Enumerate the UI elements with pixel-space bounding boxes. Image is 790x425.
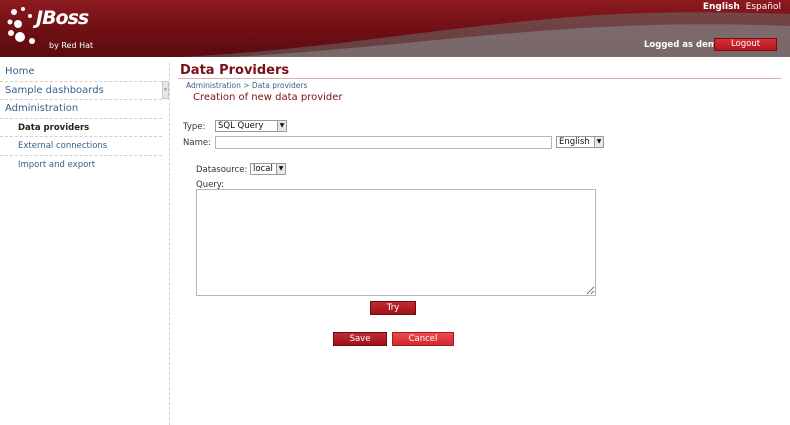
sidebar-nav: Home Sample dashboards Administration Da… [0,63,162,174]
type-select-value: SQL Query [218,121,264,131]
datasource-select[interactable]: local ▼ [250,163,286,175]
save-button[interactable]: Save [333,332,387,346]
sidebar-item-data-providers[interactable]: Data providers [0,119,162,137]
language-switcher: English Español [700,2,781,12]
datasource-select-value: local [253,164,273,174]
app-header: JBoss by Red Hat English Español Logged … [0,0,790,57]
logout-button[interactable]: Logout [714,38,777,51]
breadcrumb[interactable]: Administration > Data providers [186,81,307,90]
logo-subtext: by Red Hat [49,41,94,50]
datasource-label: Datasource: [196,165,248,175]
name-language-select[interactable]: English ▼ [556,136,604,148]
cancel-button[interactable]: Cancel [392,332,454,346]
name-language-value: English [559,137,590,147]
title-divider [178,78,781,79]
chevron-down-icon: ▼ [277,121,286,131]
sidebar-item-import-export[interactable]: Import and export [0,156,162,175]
lang-english-link[interactable]: English [703,2,740,12]
type-label: Type: [183,122,206,132]
logo-text: JBoss [36,7,89,29]
try-button[interactable]: Try [370,301,416,315]
sidebar-item-external-connections[interactable]: External connections [0,137,162,156]
type-select[interactable]: SQL Query ▼ [215,120,287,132]
logged-user-text: Logged as demo [644,40,723,50]
name-input[interactable] [215,136,552,149]
sidebar-item-home[interactable]: Home [0,63,162,82]
name-label: Name: [183,138,211,148]
jboss-logo: JBoss by Red Hat [6,4,106,54]
query-textarea[interactable] [196,189,596,296]
page-title: Data Providers [180,63,290,78]
chevron-down-icon: ▼ [594,137,603,147]
chevron-down-icon: ▼ [276,164,285,174]
sidebar-item-sample-dashboards[interactable]: Sample dashboards [0,82,162,100]
lang-espanol-link[interactable]: Español [746,2,781,12]
sidebar-item-administration[interactable]: Administration [0,100,162,119]
form-subtitle: Creation of new data provider [193,92,343,103]
sidebar-collapse-toggle[interactable]: « [162,81,169,99]
sidebar-divider [169,63,170,425]
